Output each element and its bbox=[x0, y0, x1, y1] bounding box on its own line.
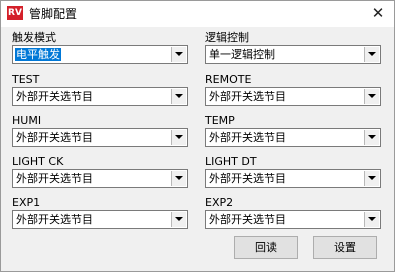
exp1-dropdown[interactable]: 外部开关选节目 bbox=[12, 210, 188, 229]
logic-control-value: 单一逻辑控制 bbox=[209, 48, 275, 61]
chevron-down-icon[interactable] bbox=[171, 171, 186, 186]
temp-value: 外部开关选节目 bbox=[209, 131, 286, 144]
settings-button[interactable]: 设置 bbox=[313, 236, 377, 259]
close-button[interactable]: ✕ bbox=[362, 1, 394, 27]
remote-value: 外部开关选节目 bbox=[209, 90, 286, 103]
test-label: TEST bbox=[12, 73, 40, 86]
readback-button[interactable]: 回读 bbox=[234, 236, 298, 259]
humi-label: HUMI bbox=[12, 114, 42, 127]
test-dropdown[interactable]: 外部开关选节目 bbox=[12, 87, 188, 106]
exp1-label: EXP1 bbox=[12, 196, 41, 209]
light-dt-value: 外部开关选节目 bbox=[209, 172, 286, 185]
light-dt-label: LIGHT DT bbox=[205, 155, 257, 168]
temp-label: TEMP bbox=[205, 114, 235, 127]
logic-control-label: 逻辑控制 bbox=[205, 31, 249, 44]
app-icon: RV bbox=[7, 6, 23, 20]
chevron-down-icon[interactable] bbox=[171, 212, 186, 227]
remote-label: REMOTE bbox=[205, 73, 252, 86]
trigger-mode-dropdown[interactable]: 电平触发 bbox=[12, 45, 188, 64]
chevron-down-icon[interactable] bbox=[364, 171, 379, 186]
trigger-mode-value: 电平触发 bbox=[15, 48, 61, 61]
exp1-value: 外部开关选节目 bbox=[16, 213, 93, 226]
pin-config-dialog: RV 管脚配置 ✕ 触发模式 电平触发 逻辑控制 单一逻辑控制 TEST 外部开… bbox=[0, 0, 395, 272]
test-value: 外部开关选节目 bbox=[16, 90, 93, 103]
chevron-down-icon[interactable] bbox=[171, 130, 186, 145]
title-bar: RV 管脚配置 ✕ bbox=[1, 1, 394, 27]
exp2-label: EXP2 bbox=[205, 196, 234, 209]
chevron-down-icon[interactable] bbox=[171, 47, 186, 62]
exp2-value: 外部开关选节目 bbox=[209, 213, 286, 226]
chevron-down-icon[interactable] bbox=[364, 47, 379, 62]
temp-dropdown[interactable]: 外部开关选节目 bbox=[205, 128, 381, 147]
humi-dropdown[interactable]: 外部开关选节目 bbox=[12, 128, 188, 147]
window-title: 管脚配置 bbox=[29, 7, 78, 21]
chevron-down-icon[interactable] bbox=[364, 212, 379, 227]
light-ck-value: 外部开关选节目 bbox=[16, 172, 93, 185]
logic-control-dropdown[interactable]: 单一逻辑控制 bbox=[205, 45, 381, 64]
light-ck-label: LIGHT CK bbox=[12, 155, 64, 168]
humi-value: 外部开关选节目 bbox=[16, 131, 93, 144]
trigger-mode-label: 触发模式 bbox=[12, 31, 56, 44]
exp2-dropdown[interactable]: 外部开关选节目 bbox=[205, 210, 381, 229]
chevron-down-icon[interactable] bbox=[364, 89, 379, 104]
chevron-down-icon[interactable] bbox=[171, 89, 186, 104]
light-dt-dropdown[interactable]: 外部开关选节目 bbox=[205, 169, 381, 188]
chevron-down-icon[interactable] bbox=[364, 130, 379, 145]
light-ck-dropdown[interactable]: 外部开关选节目 bbox=[12, 169, 188, 188]
remote-dropdown[interactable]: 外部开关选节目 bbox=[205, 87, 381, 106]
